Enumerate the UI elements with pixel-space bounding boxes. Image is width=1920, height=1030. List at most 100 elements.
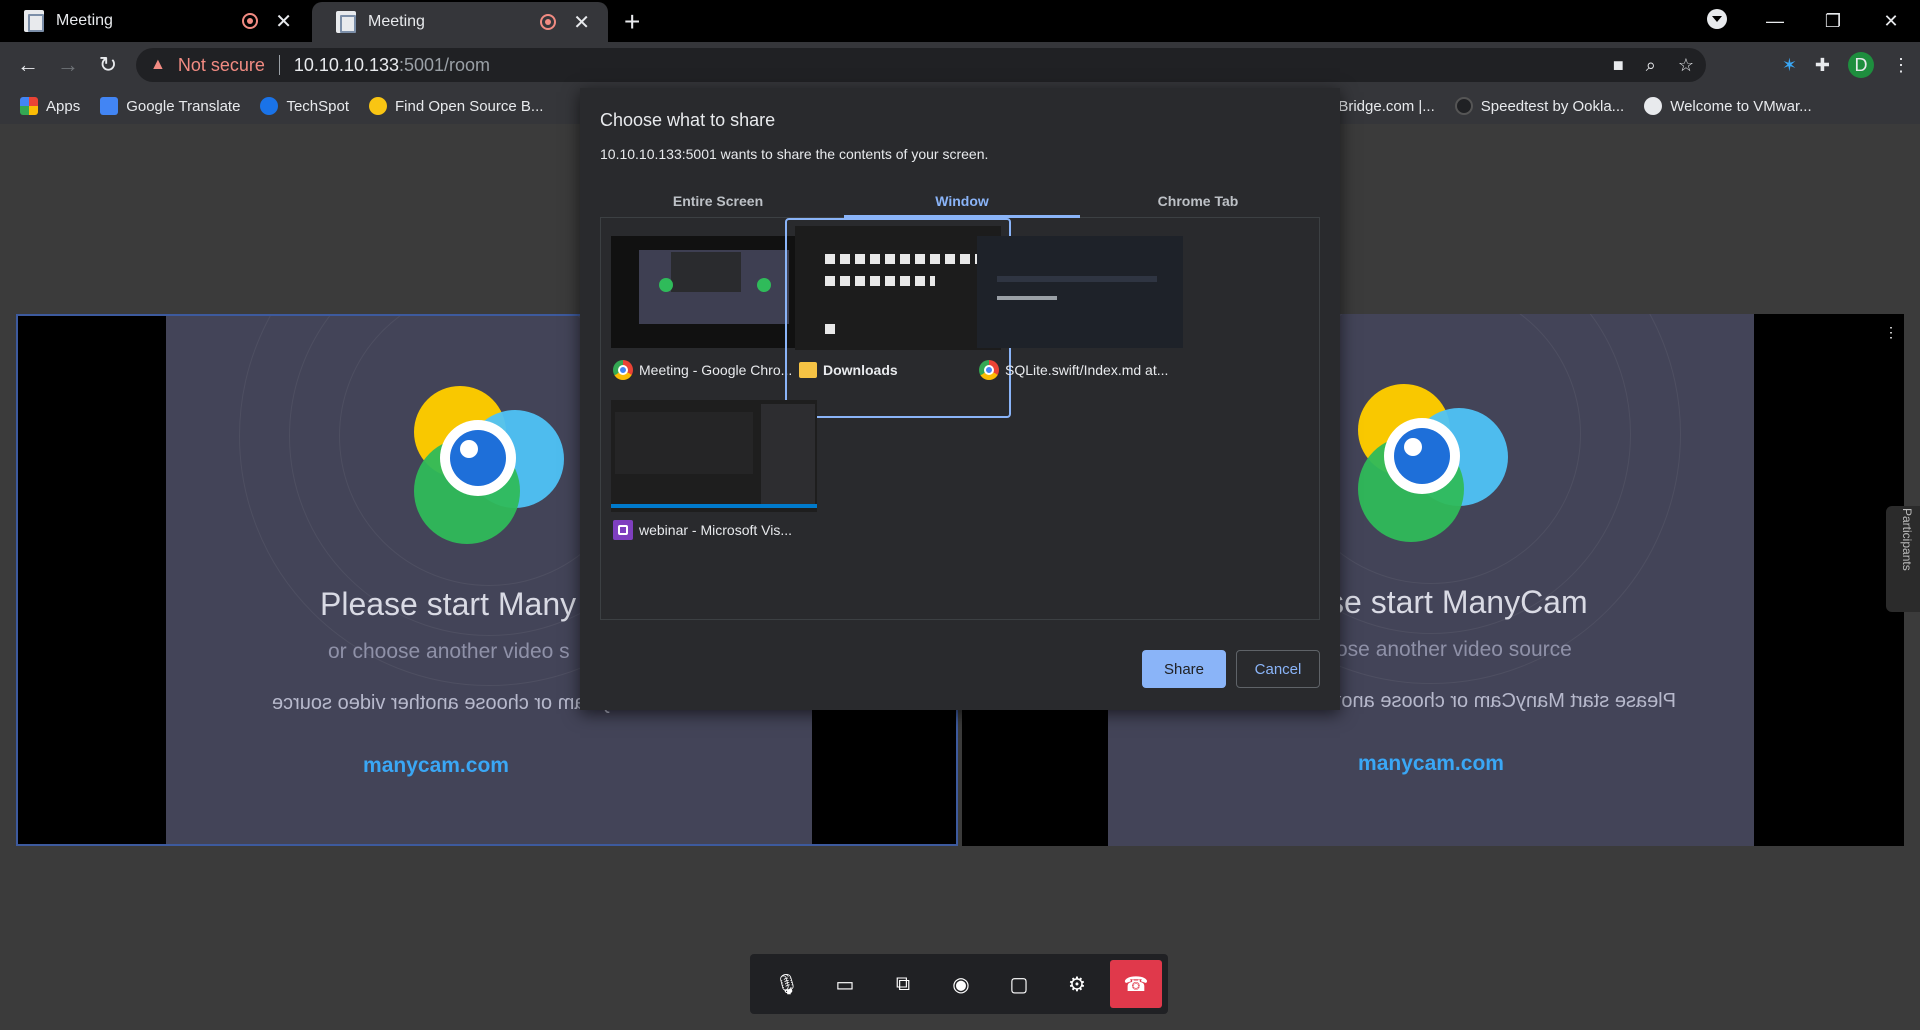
speedtest-icon: [1454, 97, 1473, 115]
page-favicon-icon: [336, 11, 356, 33]
screen: Meeting ✕ Meeting ✕ + — ❐ ✕ ← → ↻ ▲ Not …: [0, 0, 1920, 1030]
manycam-subline: ose another video source: [1336, 638, 1572, 661]
bookmark-vmware[interactable]: Welcome to VMwar...: [1644, 97, 1812, 115]
microphone-button[interactable]: 🎙: [758, 960, 816, 1008]
window-title: Meeting - Google Chro...: [639, 362, 793, 378]
screen-share-icon: ⧉: [895, 972, 911, 995]
window-controls: — ❐ ✕: [1688, 0, 1920, 42]
bookmark-label: Find Open Source B...: [395, 97, 544, 115]
logo-pupil: [450, 430, 506, 486]
close-tab-icon[interactable]: ✕: [275, 9, 292, 34]
bookmark-techspot[interactable]: TechSpot: [260, 97, 349, 115]
window-label: Downloads: [799, 362, 898, 378]
manycam-link[interactable]: manycam.com: [1108, 752, 1754, 776]
participants-label: Participants: [1900, 508, 1914, 571]
thumb-content: [825, 324, 835, 334]
browser-tab-meeting-2[interactable]: Meeting ✕: [312, 2, 608, 42]
browser-toolbar: ← → ↻ ▲ Not secure 10.10.10.133 :5001/ro…: [0, 42, 1920, 88]
camera-icon: ▭: [835, 973, 855, 996]
participants-drawer-toggle[interactable]: Participants: [1886, 506, 1920, 612]
zoom-icon[interactable]: ⌕: [1646, 55, 1656, 76]
window-label: webinar - Microsoft Vis...: [613, 520, 792, 540]
share-button[interactable]: Share: [1142, 650, 1226, 688]
tab-entire-screen[interactable]: Entire Screen: [600, 184, 836, 218]
reload-button[interactable]: ↻: [88, 52, 128, 78]
extension-icon[interactable]: ✶: [1782, 55, 1797, 76]
bookmark-speedtest[interactable]: Speedtest by Ookla...: [1454, 97, 1625, 115]
manycam-logo: [1358, 384, 1508, 544]
bookmark-label: Speedtest by Ookla...: [1480, 97, 1625, 115]
cancel-button[interactable]: Cancel: [1236, 650, 1320, 688]
bookmark-google-translate[interactable]: Google Translate: [100, 97, 240, 115]
record-icon: ◉: [952, 973, 970, 996]
tab-title: Meeting: [368, 13, 425, 30]
manycam-link[interactable]: manycam.com: [166, 754, 706, 778]
restore-button[interactable]: ❐: [1804, 11, 1862, 32]
bookmark-star-icon[interactable]: ☆: [1678, 55, 1694, 76]
puzzle-icon[interactable]: ✚: [1815, 55, 1830, 76]
share-source-tabs: Entire Screen Window Chrome Tab: [600, 184, 1320, 218]
close-tab-icon[interactable]: ✕: [573, 10, 590, 35]
new-tab-button[interactable]: +: [624, 6, 640, 38]
logo-pupil: [1394, 428, 1450, 484]
screen-share-button[interactable]: ⧉: [874, 960, 932, 1008]
close-window-button[interactable]: ✕: [1862, 11, 1920, 32]
thumb-content: [659, 278, 673, 292]
hang-up-button[interactable]: ☎: [1110, 960, 1162, 1008]
forward-button[interactable]: →: [48, 52, 88, 78]
tab-title: Meeting: [56, 12, 113, 29]
window-option-sqlite[interactable]: SQLite.swift/Index.md at...: [967, 218, 1193, 418]
minimize-button[interactable]: —: [1746, 11, 1804, 32]
tab-window[interactable]: Window: [844, 184, 1080, 218]
dialog-subtitle: 10.10.10.133:5001 wants to share the con…: [600, 146, 989, 162]
tab-chrome-tab[interactable]: Chrome Tab: [1080, 184, 1316, 218]
share-screen-dialog: Choose what to share 10.10.10.133:5001 w…: [580, 88, 1340, 710]
bookmarks-right: AirBridge.com |... Speedtest by Ookla...…: [1320, 88, 1832, 124]
logo-glint: [1404, 438, 1422, 456]
tab-search-button[interactable]: [1688, 8, 1746, 34]
thumb-content: [997, 296, 1057, 300]
microphone-icon: 🎙: [774, 973, 800, 996]
bookmark-apps[interactable]: Apps: [20, 97, 80, 115]
address-bar[interactable]: ▲ Not secure 10.10.10.133 :5001/room ■ ⌕…: [136, 48, 1706, 82]
window-option-visual-studio[interactable]: webinar - Microsoft Vis...: [601, 378, 827, 578]
chat-button[interactable]: ▢: [990, 960, 1048, 1008]
tile-menu-icon[interactable]: ⋮: [1884, 324, 1898, 341]
thumb-content: [825, 276, 935, 286]
translate-icon: [100, 97, 119, 115]
bookmark-find-open-source[interactable]: Find Open Source B...: [369, 97, 543, 115]
divider: [278, 55, 280, 75]
security-status[interactable]: Not secure: [178, 55, 265, 76]
thumb-content: [761, 404, 815, 504]
camera-in-use-icon[interactable]: ■: [1613, 55, 1624, 76]
window-title: SQLite.swift/Index.md at...: [1005, 362, 1169, 378]
dialog-title: Choose what to share: [600, 110, 776, 130]
settings-icon: ⚙: [1068, 973, 1086, 996]
omnibox-actions: ■ ⌕ ☆: [1613, 55, 1694, 76]
url-path: :5001/room: [399, 54, 491, 75]
chrome-icon: [979, 360, 999, 380]
camera-button[interactable]: ▭: [816, 960, 874, 1008]
settings-button[interactable]: ⚙: [1048, 960, 1106, 1008]
window-thumbnail: [611, 400, 817, 512]
browser-tab-meeting-1[interactable]: Meeting ✕: [0, 0, 310, 42]
visual-studio-icon: [613, 520, 633, 540]
window-title: Downloads: [823, 362, 898, 378]
record-button[interactable]: ◉: [932, 960, 990, 1008]
back-button[interactable]: ←: [8, 52, 48, 78]
emoji-icon: [369, 97, 387, 115]
thumb-content: [611, 504, 817, 508]
bookmark-label: Welcome to VMwar...: [1670, 97, 1812, 115]
thumb-content: [757, 278, 771, 292]
chevron-down-icon: [1707, 8, 1727, 29]
manycam-logo: [414, 386, 564, 546]
page-favicon-icon: [24, 10, 44, 32]
url-host: 10.10.10.133: [293, 54, 399, 75]
techspot-icon: [260, 97, 279, 115]
menu-kebab-icon[interactable]: ⋮: [1892, 55, 1910, 76]
folder-icon: [799, 362, 817, 378]
thumb-content: [997, 276, 1157, 282]
recording-indicator-icon: [540, 14, 556, 30]
recording-indicator-icon: [242, 13, 258, 29]
profile-avatar[interactable]: D: [1848, 52, 1874, 78]
